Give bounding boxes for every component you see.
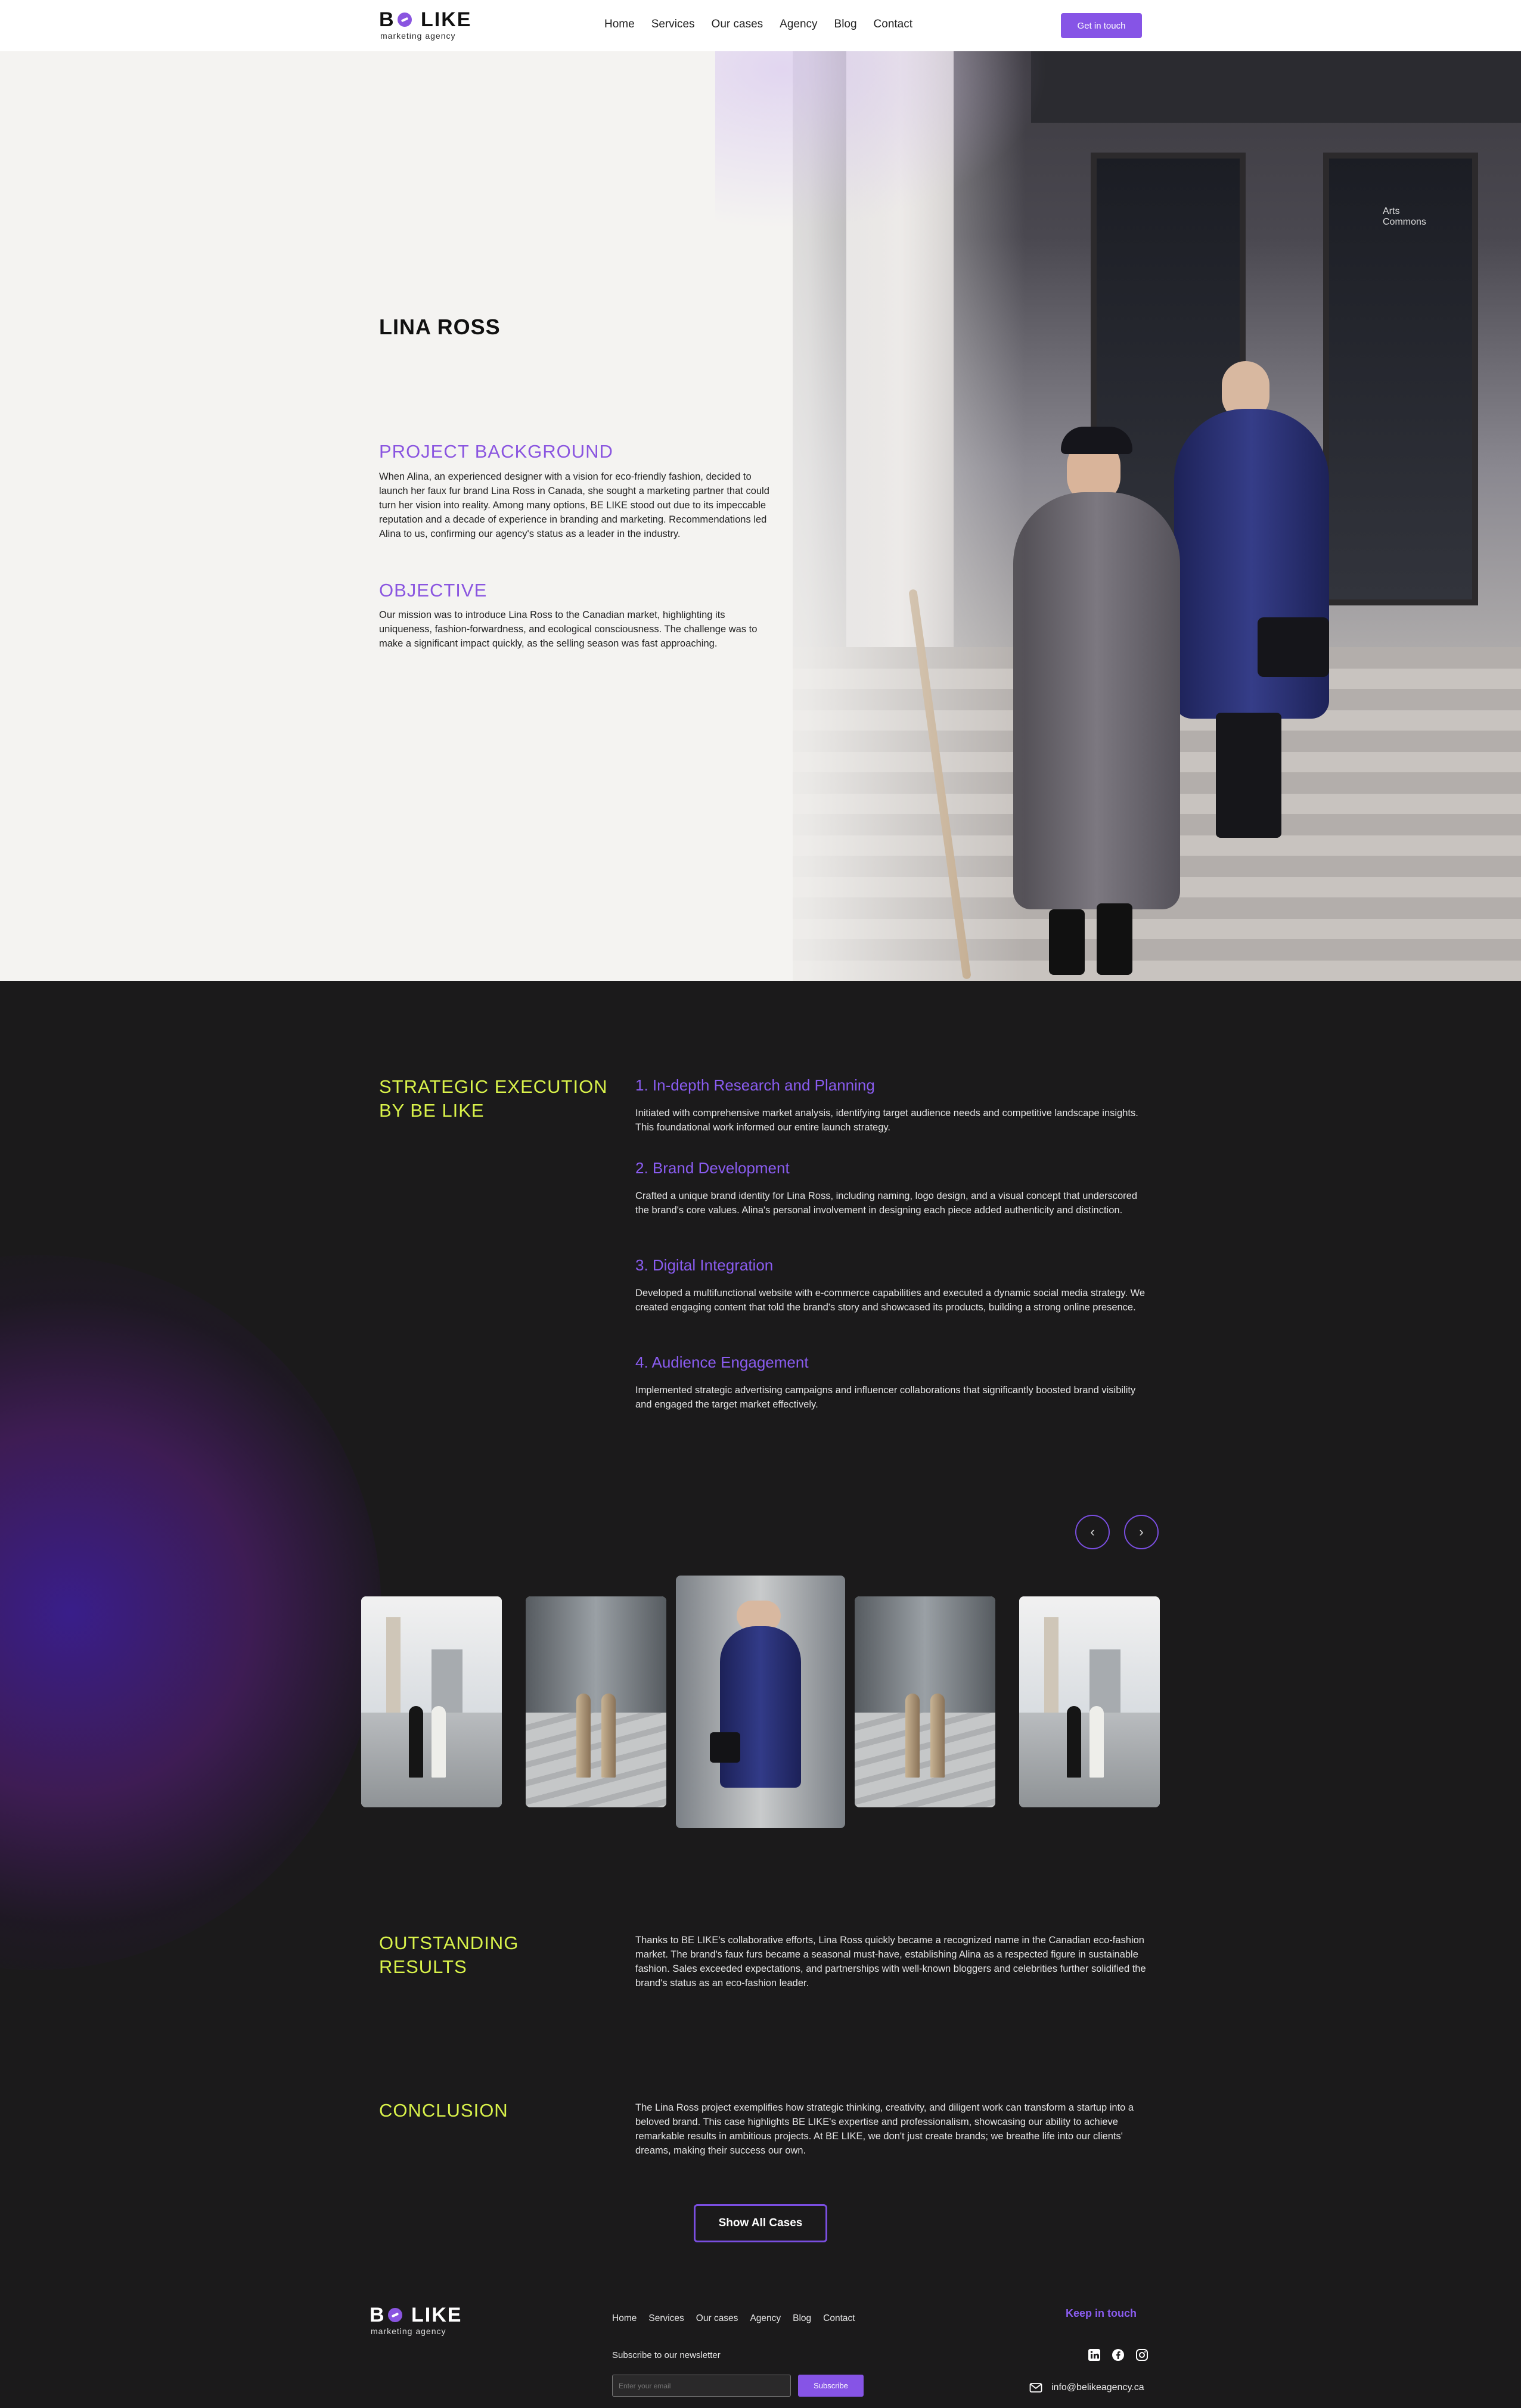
gallery-next-button[interactable]: › [1124,1515,1159,1549]
logo-e-icon [387,2308,402,2323]
building [432,1649,462,1713]
logo-tagline: marketing agency [380,31,456,41]
footer-nav-services[interactable]: Services [648,2313,684,2324]
footer-nav: Home Services Our cases Agency Blog Cont… [612,2313,867,2324]
results-heading: OUTSTANDING RESULTS [379,1932,519,1977]
purple-glow [0,1255,381,1970]
footer-email[interactable]: info@belikeagency.ca [1051,2382,1144,2393]
nav-our-cases[interactable]: Our cases [712,18,763,31]
main-nav: Home Services Our cases Agency Blog Cont… [604,18,929,31]
step-2-title: 2. Brand Development [635,1159,790,1177]
step-3-text: Developed a multifunctional website with… [635,1288,1146,1313]
strategy-heading: STRATEGIC EXECUTION BY BE LIKE [379,1076,608,1121]
walkway [526,1712,666,1807]
nav-contact[interactable]: Contact [874,18,912,31]
tower [1044,1617,1059,1713]
gallery-image-center[interactable] [676,1576,845,1828]
model [601,1693,616,1778]
results-text: Thanks to BE LIKE's collaborative effort… [635,1935,1146,1988]
nav-services[interactable]: Services [651,18,695,31]
nav-home[interactable]: Home [604,18,635,31]
step-2-text: Crafted a unique brand identity for Lina… [635,1191,1138,1216]
model-grey-coat [1007,385,1186,981]
model [1067,1706,1081,1778]
street-walls [526,1596,666,1713]
background-text: When Alina, an experienced designer with… [379,471,769,539]
step-1-title: 1. In-depth Research and Planning [635,1076,875,1094]
step-1-text: Initiated with comprehensive market anal… [635,1108,1138,1133]
model [432,1706,446,1778]
subscribe-button[interactable]: Subscribe [798,2375,864,2397]
gallery-image-street-1[interactable] [526,1596,666,1807]
step-3-title: 3. Digital Integration [635,1256,774,1274]
linkedin-icon[interactable] [1087,2348,1101,2362]
page: B LIKE marketing agency Home Services Ou… [0,0,1521,2408]
blue-fur-coat [719,1626,802,1788]
cap [1061,427,1132,454]
footer-nav-our-cases[interactable]: Our cases [696,2313,738,2324]
site-header: B LIKE marketing agency Home Services Ou… [0,0,1521,51]
footer-logo[interactable]: B LIKE marketing agency [370,2304,462,2337]
footer-nav-agency[interactable]: Agency [750,2313,781,2324]
walkway [855,1712,995,1807]
model [905,1693,920,1778]
logo[interactable]: B LIKE marketing agency [379,8,472,42]
footer-nav-home[interactable]: Home [612,2313,637,2324]
footer-nav-contact[interactable]: Contact [823,2313,855,2324]
handbag [709,1732,740,1763]
case-title: LINA ROSS [379,315,501,339]
model [1089,1706,1104,1778]
handbag [1258,617,1329,677]
gallery-image-street-2[interactable] [855,1596,995,1807]
logo-e-icon [397,13,412,27]
keep-in-touch-label: Keep in touch [1066,2307,1137,2319]
conclusion-text: The Lina Ross project exemplifies how st… [635,2102,1134,2156]
step-4-text: Implemented strategic advertising campai… [635,1385,1136,1410]
grey-fur-coat [1013,492,1180,909]
tower [386,1617,401,1713]
gallery-prev-button[interactable]: ‹ [1075,1515,1110,1549]
get-in-touch-button[interactable]: Get in touch [1061,13,1142,38]
objective-heading: OBJECTIVE [379,580,488,601]
boot [1049,909,1085,975]
door-sign: Arts Commons [1383,206,1426,227]
instagram-icon[interactable] [1135,2348,1149,2362]
mail-icon [1029,2383,1042,2393]
model-blue-coat [1162,319,1341,891]
building-facade [1031,51,1521,123]
logo-wordmark: B LIKE [379,8,472,31]
gallery-image-city-1[interactable] [361,1596,502,1807]
newsletter-label: Subscribe to our newsletter [612,2350,721,2360]
street-walls [855,1596,995,1713]
background-heading: PROJECT BACKGROUND [379,441,613,462]
footer-email-row[interactable]: info@belikeagency.ca [1029,2381,1144,2395]
gallery-image-city-2[interactable] [1019,1596,1160,1807]
glass-door: Arts Commons [1323,153,1478,605]
hero-glow [715,51,1049,230]
logo-wordmark: B LIKE [370,2304,462,2326]
newsletter-email-input[interactable] [612,2375,791,2397]
nav-agency[interactable]: Agency [780,18,817,31]
step-4-title: 4. Audience Engagement [635,1353,809,1371]
building [1089,1649,1120,1713]
model [409,1706,423,1778]
boot [1097,903,1132,975]
legs [1216,713,1281,838]
footer-nav-blog[interactable]: Blog [793,2313,811,2324]
model [930,1693,945,1778]
objective-text: Our mission was to introduce Lina Ross t… [379,610,758,649]
nav-blog[interactable]: Blog [834,18,857,31]
show-all-cases-button[interactable]: Show All Cases [694,2204,827,2242]
model [576,1693,591,1778]
conclusion-heading: CONCLUSION [379,2100,508,2121]
facebook-icon[interactable] [1111,2348,1125,2362]
logo-tagline: marketing agency [371,2326,446,2336]
